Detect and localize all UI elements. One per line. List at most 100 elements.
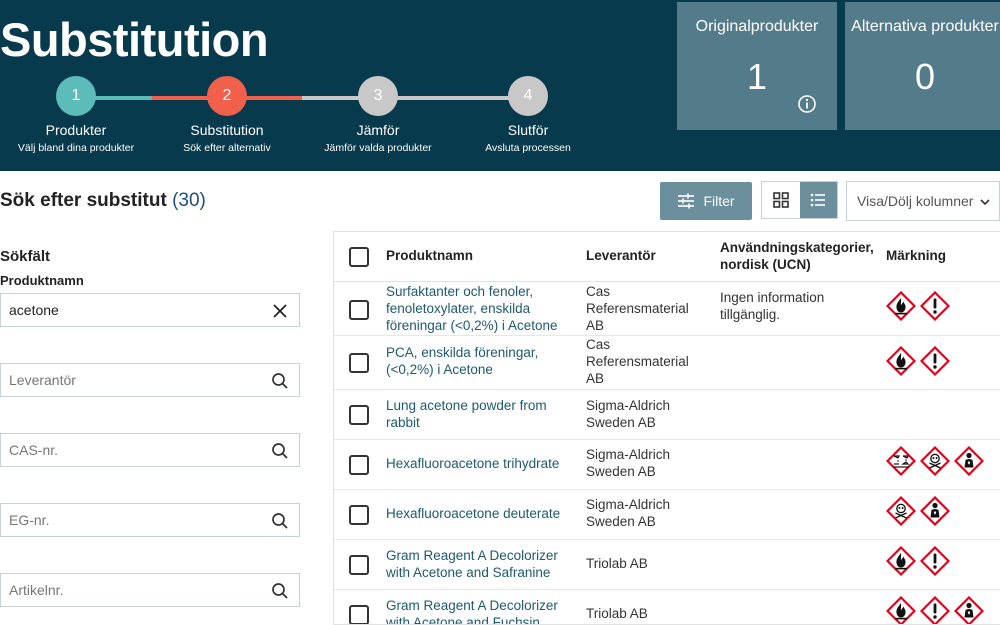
- search-icon[interactable]: [271, 372, 289, 390]
- step-finish[interactable]: 4 Slutför Avsluta processen: [448, 76, 608, 154]
- exclamation-icon: [919, 290, 951, 324]
- cas-placeholder: CAS-nr.: [9, 442, 59, 458]
- supplier-cell: Sigma-Aldrich Sweden AB: [586, 447, 671, 479]
- product-name-link[interactable]: Lung acetone powder from rabbit: [386, 397, 576, 431]
- list-icon: [810, 193, 826, 207]
- supplier-input[interactable]: Leverantör: [0, 363, 300, 397]
- results-count: (30): [172, 190, 206, 211]
- row-checkbox[interactable]: [349, 605, 369, 624]
- grid-view-button[interactable]: [762, 182, 800, 218]
- marking-cell: [885, 545, 951, 579]
- step-label: Jämför: [356, 122, 400, 138]
- sliders-icon: [678, 193, 695, 209]
- row-checkbox[interactable]: [349, 555, 369, 575]
- view-toggle: [761, 181, 838, 219]
- supplier-cell: Triolab AB: [586, 556, 648, 571]
- step-label: Substitution: [190, 122, 264, 138]
- step-substitution[interactable]: 2 Substitution Sök efter alternativ: [147, 76, 307, 154]
- search-icon[interactable]: [271, 442, 289, 460]
- clear-icon[interactable]: [271, 302, 289, 320]
- search-icon[interactable]: [271, 582, 289, 600]
- counter-label: Originalprodukter: [695, 18, 819, 35]
- supplier-cell: Cas Referensmaterial AB: [586, 337, 689, 386]
- step-number: 1: [56, 76, 96, 116]
- product-name-link[interactable]: Hexafluoroacetone trihydrate: [386, 455, 576, 472]
- results-heading-text: Sök efter substitut: [0, 190, 167, 211]
- health-hazard-icon: [953, 595, 985, 624]
- substitution-header: Substitution 1 Produkter Välj bland dina…: [0, 0, 1000, 171]
- row-checkbox[interactable]: [349, 405, 369, 425]
- step-products[interactable]: 1 Produkter Välj bland dina produkter: [0, 76, 156, 154]
- filter-label: Filter: [703, 193, 735, 209]
- row-checkbox[interactable]: [349, 353, 369, 373]
- alternative-products-counter[interactable]: Alternativa produkter 0: [845, 2, 1000, 130]
- table-row[interactable]: Hexafluoroacetone deuterate Sigma-Aldrich…: [334, 490, 1000, 540]
- columns-dropdown-label: Visa/Dölj kolumner: [857, 193, 974, 209]
- step-sublabel: Välj bland dina produkter: [17, 142, 135, 154]
- product-name-link[interactable]: PCA, enskilda föreningar, (<0,2%) i Acet…: [386, 344, 576, 378]
- exclamation-icon: [919, 595, 951, 624]
- step-number: 3: [358, 76, 398, 116]
- results-table: Produktnamn Leverantör Användningskatego…: [333, 231, 1000, 625]
- column-header-usage[interactable]: Användningskategorier, nordisk (UCN): [720, 239, 880, 273]
- step-label: Produkter: [45, 122, 107, 138]
- product-name-link[interactable]: Gram Reagent A Decolorizer with Acetone …: [386, 547, 576, 581]
- step-number: 4: [508, 76, 548, 116]
- step-sublabel: Sök efter alternativ: [183, 142, 271, 154]
- select-all-checkbox[interactable]: [349, 247, 369, 267]
- usage-cell: Ingen information tillgänglig.: [720, 290, 825, 322]
- step-label: Slutför: [507, 122, 549, 138]
- columns-dropdown[interactable]: Visa/Dölj kolumner: [846, 181, 1000, 221]
- table-row[interactable]: Gram Reagent A Decolorizer with Acetone …: [334, 590, 1000, 624]
- product-name-input[interactable]: acetone: [0, 293, 300, 327]
- health-hazard-icon: [953, 445, 985, 479]
- marking-cell: [885, 495, 951, 529]
- table-row[interactable]: Gram Reagent A Decolorizer with Acetone …: [334, 540, 1000, 590]
- page-title: Substitution: [0, 13, 269, 66]
- exclamation-icon: [919, 545, 951, 579]
- marking-cell: [885, 445, 985, 479]
- original-products-counter[interactable]: Originalprodukter 1: [677, 2, 837, 130]
- health-hazard-icon: [919, 495, 951, 529]
- grid-icon: [772, 192, 789, 208]
- product-name-value: acetone: [9, 302, 59, 318]
- step-number: 2: [207, 76, 247, 116]
- step-compare[interactable]: 3 Jämför Jämför valda produkter: [298, 76, 458, 154]
- row-checkbox[interactable]: [349, 300, 369, 320]
- column-header-marking[interactable]: Märkning: [886, 248, 946, 263]
- marking-cell: [885, 345, 951, 379]
- filter-button[interactable]: Filter: [660, 182, 752, 220]
- list-view-button[interactable]: [799, 182, 837, 218]
- supplier-cell: Sigma-Aldrich Sweden AB: [586, 398, 671, 430]
- table-row[interactable]: PCA, enskilda föreningar, (<0,2%) i Acet…: [334, 336, 1000, 390]
- eg-number-input[interactable]: EG-nr.: [0, 503, 300, 537]
- product-name-link[interactable]: Surfaktanter och fenoler, fenoletoxylate…: [386, 283, 576, 334]
- flame-icon: [885, 545, 917, 579]
- cas-number-input[interactable]: CAS-nr.: [0, 433, 300, 467]
- table-row[interactable]: Surfaktanter och fenoler, fenoletoxylate…: [334, 283, 1000, 336]
- product-name-label: Produktnamn: [0, 273, 84, 288]
- supplier-cell: Triolab AB: [586, 606, 648, 621]
- search-icon[interactable]: [271, 512, 289, 530]
- row-checkbox[interactable]: [349, 455, 369, 475]
- counter-value: 1: [746, 56, 768, 97]
- supplier-cell: Cas Referensmaterial AB: [586, 284, 689, 333]
- table-row[interactable]: Hexafluoroacetone trihydrate Sigma-Aldric…: [334, 440, 1000, 490]
- chevron-down-icon: [980, 199, 990, 206]
- search-fields-heading: Sökfält: [0, 248, 51, 265]
- step-sublabel: Avsluta processen: [485, 142, 571, 154]
- flame-icon: [885, 595, 917, 624]
- table-header: Produktnamn Leverantör Användningskatego…: [334, 232, 1000, 282]
- table-row[interactable]: Lung acetone powder from rabbit Sigma-Ald…: [334, 390, 1000, 440]
- row-checkbox[interactable]: [349, 505, 369, 525]
- product-name-link[interactable]: Gram Reagent A Decolorizer with Acetone …: [386, 597, 576, 624]
- marking-cell: [885, 290, 951, 324]
- results-heading: Sök efter substitut (30): [0, 190, 206, 212]
- column-header-name[interactable]: Produktnamn: [386, 248, 473, 263]
- info-icon[interactable]: [797, 94, 817, 114]
- corrosion-icon: [885, 445, 917, 479]
- product-name-link[interactable]: Hexafluoroacetone deuterate: [386, 505, 576, 522]
- flame-icon: [885, 345, 917, 379]
- article-number-input[interactable]: Artikelnr.: [0, 573, 300, 607]
- column-header-supplier[interactable]: Leverantör: [586, 248, 656, 263]
